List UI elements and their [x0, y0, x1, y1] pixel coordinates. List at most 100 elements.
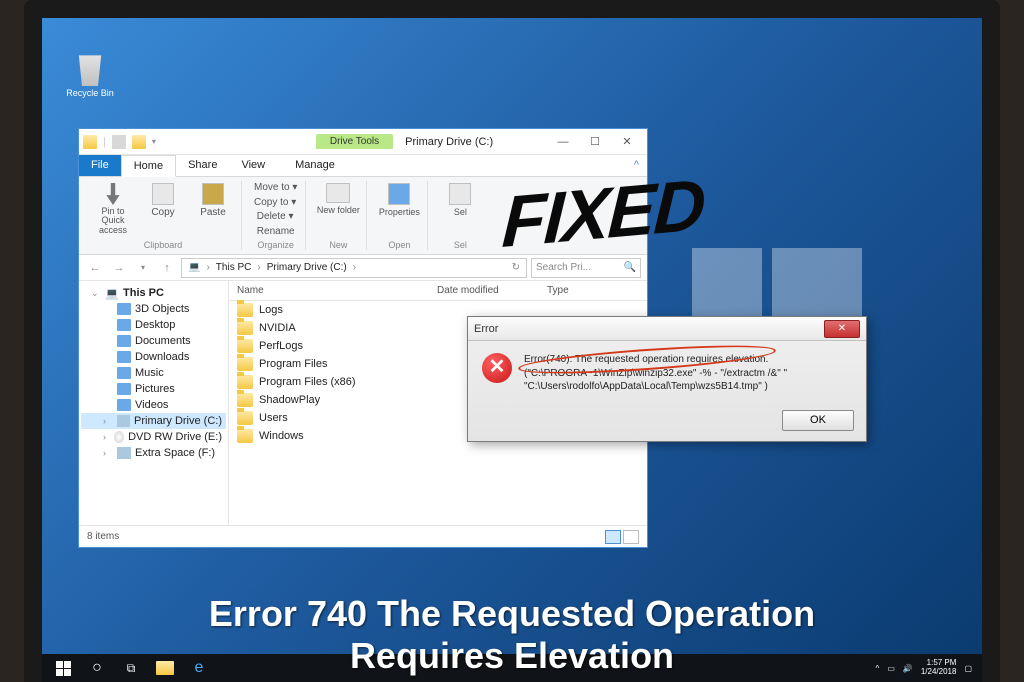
col-type[interactable]: Type — [539, 281, 647, 300]
column-headers[interactable]: Name Date modified Type — [229, 281, 647, 301]
caption-text: Error 740 The Requested Operation Requir… — [0, 593, 1024, 676]
error-titlebar[interactable]: Error ✕ — [468, 317, 866, 341]
folder-icon — [326, 183, 350, 203]
folder-icon — [237, 357, 253, 371]
paste-button[interactable]: Paste — [191, 181, 235, 218]
folder-name: PerfLogs — [259, 340, 303, 352]
breadcrumb[interactable]: 💻 › This PC › Primary Drive (C:) › ↻ — [181, 258, 527, 278]
error-icon: ✕ — [482, 353, 512, 383]
tree-item[interactable]: ›DVD RW Drive (E:) — [81, 429, 226, 445]
view-large-button[interactable] — [623, 530, 639, 544]
folder-icon — [117, 303, 131, 315]
tree-item[interactable]: Videos — [81, 397, 226, 413]
folder-icon — [237, 321, 253, 335]
folder-icon — [117, 399, 131, 411]
copy-to-button[interactable]: Copy to ▾ — [252, 196, 298, 209]
folder-name: Users — [259, 412, 288, 424]
back-button[interactable]: ← — [85, 258, 105, 278]
expand-icon[interactable]: › — [103, 432, 110, 442]
tree-item[interactable]: Pictures — [81, 381, 226, 397]
folder-icon — [237, 429, 253, 443]
group-open: Open — [388, 238, 410, 250]
pin-button[interactable]: Pin to Quick access — [91, 181, 135, 235]
qat-dropdown-icon[interactable]: ▾ — [152, 137, 156, 146]
rename-button[interactable]: Rename — [255, 225, 297, 238]
col-date[interactable]: Date modified — [429, 281, 539, 300]
ok-button[interactable]: OK — [782, 410, 854, 431]
nav-tree[interactable]: ⌄💻This PC 3D Objects Desktop Documents Down… — [79, 281, 229, 525]
forward-button[interactable]: → — [109, 258, 129, 278]
tab-share[interactable]: Share — [176, 155, 229, 176]
tree-label: Music — [135, 367, 164, 379]
folder-icon — [237, 393, 253, 407]
qat-properties-icon[interactable] — [112, 135, 126, 149]
titlebar[interactable]: | ▾ Drive Tools Primary Drive (C:) — ☐ ✕ — [79, 129, 647, 155]
pin-icon — [102, 183, 124, 205]
refresh-icon[interactable]: ↻ — [510, 262, 522, 273]
minimize-button[interactable]: — — [547, 131, 579, 153]
group-organize: Organize — [257, 238, 294, 250]
tree-label: Documents — [135, 335, 191, 347]
tree-item[interactable]: Desktop — [81, 317, 226, 333]
copy-button[interactable]: Copy — [141, 181, 185, 218]
properties-button[interactable]: Properties — [377, 181, 421, 217]
tree-item[interactable]: ›Primary Drive (C:) — [81, 413, 226, 429]
tree-label: Extra Space (F:) — [135, 447, 215, 459]
pc-icon: 💻 — [105, 287, 119, 299]
tree-label: Pictures — [135, 383, 175, 395]
folder-icon — [117, 319, 131, 331]
error-dialog: Error ✕ ✕ Error(740): The requested oper… — [467, 316, 867, 442]
history-dropdown[interactable]: ▾ — [133, 258, 153, 278]
search-icon: 🔍 — [624, 262, 636, 273]
ribbon-tabs: File Home Share View Manage ^ — [79, 155, 647, 177]
error-title: Error — [474, 323, 824, 335]
view-details-button[interactable] — [605, 530, 621, 544]
tab-manage[interactable]: Manage — [283, 155, 347, 176]
recycle-bin-label: Recycle Bin — [66, 88, 114, 98]
tab-home[interactable]: Home — [121, 155, 176, 177]
qat-separator: | — [103, 136, 106, 148]
folder-name: Windows — [259, 430, 304, 442]
crumb-drive[interactable]: Primary Drive (C:) — [265, 262, 349, 273]
maximize-button[interactable]: ☐ — [579, 131, 611, 153]
group-new: New — [329, 238, 347, 250]
properties-icon — [388, 183, 410, 205]
tree-item[interactable]: › Extra Space (F:) — [81, 445, 226, 461]
delete-button[interactable]: Delete ▾ — [255, 210, 296, 223]
folder-icon — [237, 339, 253, 353]
qat-folder-icon[interactable] — [132, 135, 146, 149]
tree-item[interactable]: 3D Objects — [81, 301, 226, 317]
pc-icon: 💻 — [186, 262, 202, 273]
folder-name: Logs — [259, 304, 283, 316]
monitor-screen: Recycle Bin | ▾ Drive Tools Primary Driv… — [24, 0, 1000, 682]
new-folder-button[interactable]: New folder — [316, 181, 360, 215]
error-close-button[interactable]: ✕ — [824, 320, 860, 338]
select-button[interactable]: Sel — [438, 181, 482, 217]
tree-item[interactable]: Music — [81, 365, 226, 381]
tree-this-pc[interactable]: ⌄💻This PC — [81, 285, 226, 301]
search-input[interactable]: Search Pri... 🔍 — [531, 258, 641, 278]
item-count: 8 items — [87, 531, 119, 542]
recycle-bin-icon[interactable]: Recycle Bin — [60, 50, 120, 98]
tree-item[interactable]: Documents — [81, 333, 226, 349]
crumb-this-pc[interactable]: This PC — [214, 262, 254, 273]
folder-icon — [117, 335, 131, 347]
expand-icon[interactable]: › — [103, 416, 113, 426]
tree-label: Desktop — [135, 319, 175, 331]
search-placeholder: Search Pri... — [536, 262, 591, 273]
select-icon — [449, 183, 471, 205]
folder-name: ShadowPlay — [259, 394, 320, 406]
tab-file[interactable]: File — [79, 155, 121, 176]
tree-item[interactable]: Downloads — [81, 349, 226, 365]
close-button[interactable]: ✕ — [611, 131, 643, 153]
tab-view[interactable]: View — [229, 155, 277, 176]
contextual-tab-label: Drive Tools — [316, 134, 393, 149]
expand-icon[interactable]: › — [103, 448, 113, 458]
group-clipboard: Clipboard — [144, 238, 183, 250]
move-to-button[interactable]: Move to ▾ — [252, 181, 299, 194]
up-button[interactable]: ↑ — [157, 258, 177, 278]
tree-label: Downloads — [135, 351, 189, 363]
trash-icon — [74, 50, 106, 86]
col-name[interactable]: Name — [229, 281, 429, 300]
folder-icon — [117, 383, 131, 395]
